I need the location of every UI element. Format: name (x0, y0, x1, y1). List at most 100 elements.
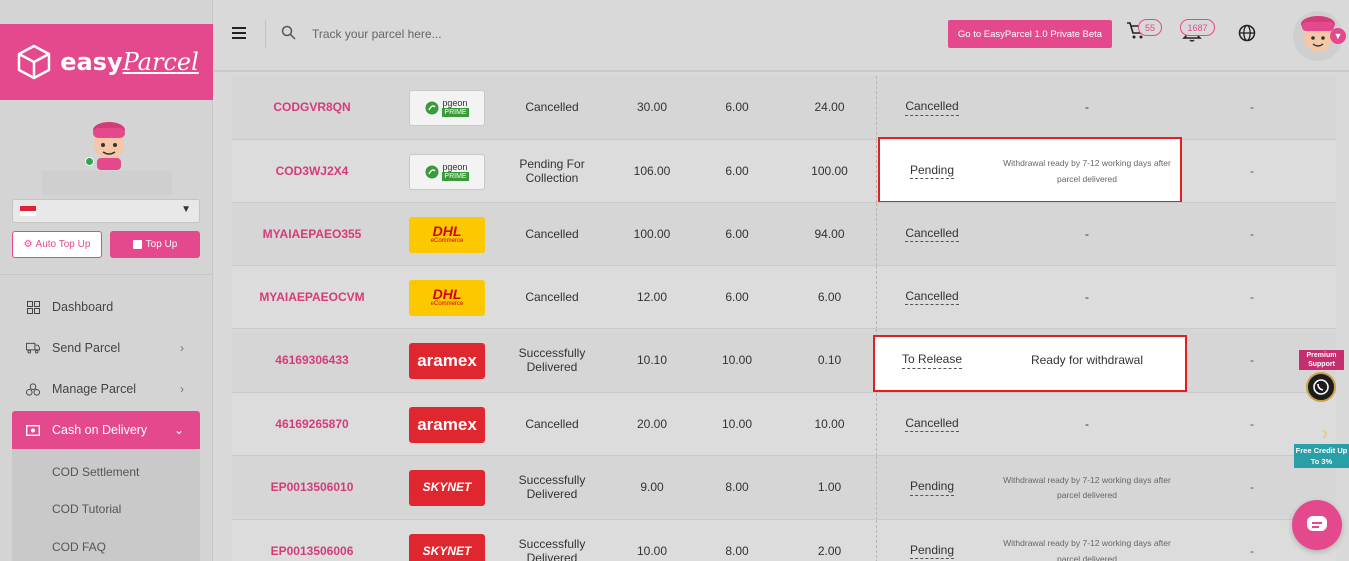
payout-note: Withdrawal ready by 7-12 working days af… (1003, 538, 1171, 561)
cod-amount: 10.00 (636, 543, 668, 558)
payout-status-text[interactable]: To Release (901, 352, 963, 369)
sidebar-item-cash-on-delivery[interactable]: Cash on Delivery ⌄ (12, 411, 200, 449)
cod-amount: 12.00 (636, 289, 668, 304)
delivery-status: Cancelled (525, 100, 579, 115)
cod-fee: 6.00 (725, 100, 749, 115)
payout-status: Cancelled (892, 203, 972, 266)
auto-top-up-button[interactable]: ⚙ Auto Top Up (12, 231, 102, 258)
column-divider (876, 266, 877, 329)
payout-status-text[interactable]: Cancelled (905, 289, 959, 306)
extra-value: - (1250, 416, 1254, 431)
pgeon-logo-icon: pgeon PRIME (409, 153, 485, 190)
courier-sub: PRIME (442, 108, 469, 117)
courier-name: SKYNET (422, 543, 472, 558)
brand-logo[interactable]: easyParcel (0, 24, 213, 100)
net-amount: 100.00 (811, 163, 848, 178)
payout-status-text[interactable]: Pending (909, 163, 955, 180)
courier-sub: eCommerce (430, 301, 464, 308)
extra-value: - (1250, 163, 1254, 178)
payout-status-text[interactable]: Cancelled (905, 416, 959, 433)
parcel-id-link[interactable]: MYAIAEPAEO355 (232, 203, 392, 266)
payout-status: Pending (892, 520, 972, 561)
chevron-down-icon: ▼ (181, 204, 191, 215)
aramex-logo-icon: aramex (409, 343, 485, 379)
table-row: EP0013506010 SKYNET Successfully Delivered… (232, 456, 1336, 520)
username-placeholder (42, 171, 172, 195)
sidebar-subitem-cod-faq[interactable]: COD FAQ (52, 540, 106, 554)
payout-status-text[interactable]: Cancelled (905, 226, 959, 243)
cod-fee: 6.00 (725, 226, 749, 241)
payout-status: Cancelled (892, 266, 972, 329)
payout-status-text[interactable]: Pending (909, 543, 955, 560)
free-credit-label: Free Credit Up To 3% (1294, 444, 1349, 468)
sidebar-subitem-cod-tutorial[interactable]: COD Tutorial (52, 502, 121, 516)
parcel-id-link[interactable]: EP0013506006 (232, 520, 392, 561)
parcel-id-link[interactable]: 46169306433 (232, 329, 392, 393)
free-credit-widget[interactable]: ☽ Free Credit Up To 3% (1294, 428, 1349, 474)
aramex-logo-icon: aramex (409, 406, 485, 443)
dashboard-icon (26, 300, 40, 314)
parcel-id-link[interactable]: MYAIAEPAEOCVM (232, 266, 392, 329)
payout-status: Pending (892, 456, 972, 520)
sidebar: easyParcel ▼ ⚙ Auto Top Up Top Up Dashbo… (0, 0, 213, 561)
cod-table: CODGVR8QN pgeon PRIME Cancelled 30.00 6.00 24.… (232, 76, 1336, 561)
courier-name: DHL (432, 223, 462, 240)
courier-name: pgeon (442, 98, 468, 108)
courier-logo: pgeon PRIME (392, 76, 502, 140)
courier-name: aramex (417, 351, 477, 371)
column-divider (876, 393, 877, 456)
chat-icon (1307, 516, 1327, 531)
cod-amount: 100.00 (633, 226, 671, 241)
courier-logo: DHL eCommerce (392, 203, 502, 266)
cod-submenu: COD Settlement COD Tutorial COD FAQ (12, 449, 200, 561)
extra-value: - (1250, 353, 1254, 368)
sidebar-item-manage-parcel[interactable]: Manage Parcel › (12, 370, 200, 408)
sidebar-item-send-parcel[interactable]: Send Parcel › (12, 329, 200, 367)
gear-icon: ⚙ (23, 239, 33, 250)
sidebar-item-dashboard[interactable]: Dashboard (12, 288, 200, 326)
payout-note: - (1085, 289, 1089, 304)
premium-support-widget[interactable]: Premium Support (1296, 350, 1346, 410)
hamburger-menu-icon[interactable] (232, 27, 246, 39)
dhl-logo-icon: DHL eCommerce (409, 279, 485, 316)
user-avatar[interactable]: ▼ (1292, 10, 1346, 62)
avatar[interactable] (83, 118, 135, 170)
extra-value: - (1250, 480, 1254, 495)
payout-status-text[interactable]: Pending (909, 479, 955, 496)
courier-name: pgeon (442, 161, 468, 172)
payout-status-text[interactable]: Cancelled (905, 99, 959, 116)
parcel-id-link[interactable]: COD3WJ2X4 (232, 140, 392, 203)
table-row: CODGVR8QN pgeon PRIME Cancelled 30.00 6.00 24.… (232, 76, 1336, 140)
parcel-id-link[interactable]: 46169265870 (232, 393, 392, 456)
courier-logo: SKYNET (392, 456, 502, 520)
skynet-logo-icon: SKYNET (409, 533, 485, 561)
track-parcel-input[interactable] (312, 23, 612, 45)
chat-button[interactable] (1292, 500, 1342, 550)
parcel-id-link[interactable]: CODGVR8QN (232, 76, 392, 140)
country-select[interactable]: ▼ (12, 199, 200, 223)
net-amount: 2.00 (817, 543, 842, 558)
payout-note: - (1085, 416, 1089, 431)
net-amount: 1.00 (817, 480, 842, 495)
top-up-button[interactable]: Top Up (110, 231, 200, 258)
payout-status: To Release (892, 329, 972, 393)
logo-text: easyParcel (60, 48, 199, 76)
parcel-id-link[interactable]: EP0013506010 (232, 456, 392, 520)
delivery-status: Pending For Collection (519, 156, 585, 185)
table-row: 46169265870 aramex Cancelled 20.00 10.00 10.0… (232, 393, 1336, 456)
cash-icon (26, 423, 40, 437)
chevron-right-icon: › (180, 382, 184, 396)
boxes-icon (26, 382, 40, 396)
sidebar-subitem-cod-settlement[interactable]: COD Settlement (52, 465, 139, 479)
go-to-beta-button[interactable]: Go to EasyParcel 1.0 Private Beta (948, 20, 1112, 48)
cod-amount: 10.10 (636, 353, 668, 368)
globe-icon[interactable] (1238, 24, 1256, 42)
chevron-right-icon: › (180, 341, 184, 355)
online-status-icon (85, 157, 94, 166)
net-amount: 6.00 (817, 289, 842, 304)
cod-fee: 10.00 (721, 416, 753, 431)
net-amount: 10.00 (814, 416, 845, 431)
premium-support-label: Premium Support (1299, 350, 1344, 370)
cod-amount: 106.00 (633, 163, 671, 178)
net-amount: 24.00 (814, 100, 845, 115)
